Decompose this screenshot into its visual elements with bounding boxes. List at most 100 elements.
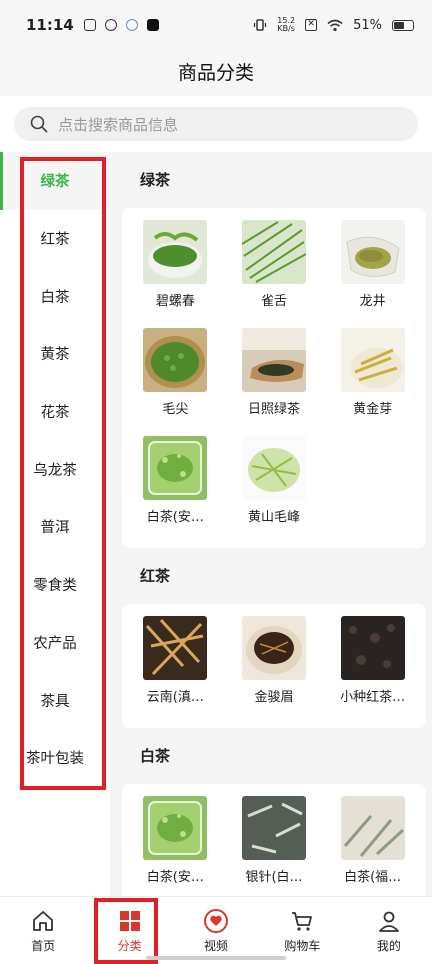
nav-item[interactable]: 分类	[86, 897, 172, 964]
product-name: 白茶(安…	[146, 510, 204, 525]
product-thumbnail	[340, 796, 405, 860]
sidebar-item[interactable]: 茶叶包装	[0, 729, 110, 787]
section-title: 白茶	[140, 747, 171, 765]
product-name: 龙井	[359, 294, 386, 309]
nav-item[interactable]: 我的	[346, 897, 432, 964]
product-thumbnail	[143, 436, 208, 500]
search-input[interactable]: 点击搜索商品信息	[14, 107, 418, 141]
nav-item-label: 视频	[204, 938, 229, 953]
product-card: 白茶(安… 银针(白… 白茶(福…	[122, 784, 426, 896]
notification-icon	[104, 19, 117, 31]
cart-icon	[290, 908, 314, 934]
product-item[interactable]: 白茶(安…	[126, 436, 225, 544]
search-placeholder: 点击搜索商品信息	[58, 115, 179, 134]
sidebar-item[interactable]: 茶具	[0, 671, 110, 729]
notification-icon	[83, 19, 96, 31]
sidebar-item-label: 农产品	[33, 635, 77, 652]
nav-item-label: 分类	[117, 938, 142, 953]
product-item[interactable]: 小种红茶…	[323, 616, 422, 724]
product-name: 金骏眉	[254, 690, 294, 705]
sidebar-item[interactable]: 农产品	[0, 614, 110, 672]
sidebar-item-label: 乌龙茶	[33, 462, 77, 479]
product-thumbnail	[241, 796, 306, 860]
product-name: 小种红茶…	[340, 690, 406, 705]
product-item[interactable]: 碧螺春	[126, 220, 225, 328]
sidebar-item-label: 红茶	[40, 232, 70, 249]
product-name: 毛尖	[162, 402, 189, 417]
product-thumbnail	[241, 616, 306, 680]
nav-item-label: 购物车	[284, 938, 321, 953]
wifi-icon	[327, 19, 343, 31]
tiktok-icon	[146, 19, 159, 31]
product-thumbnail	[340, 220, 405, 284]
search-icon	[30, 115, 48, 133]
product-content: 绿茶碧螺春 雀舌 龙井毛尖 日照绿茶 黄金芽白茶(安… 黄山毛峰红茶云南(滇… 金骏眉 小种红…	[110, 152, 432, 896]
product-thumbnail	[241, 436, 306, 500]
heart-video-icon	[203, 908, 229, 934]
sidebar-item-label: 茶具	[40, 693, 70, 710]
nav-item-label: 首页	[31, 938, 56, 953]
main-area: 绿茶 红茶 白茶 黄茶 花茶 乌龙茶 普洱 零食类 农产品 茶具 茶叶包装 绿茶 碧螺春 雀舌 龙井 毛尖日…	[0, 152, 432, 896]
status-time: 11:14	[26, 16, 74, 34]
product-item[interactable]: 金骏眉	[225, 616, 324, 724]
product-item[interactable]: 黄金芽	[323, 328, 422, 436]
product-item[interactable]: 云南(滇…	[126, 616, 225, 724]
sidebar-item[interactable]: 乌龙茶	[0, 440, 110, 498]
product-name: 白茶(福…	[344, 870, 402, 885]
vibrate-icon	[254, 19, 267, 31]
notification-icons	[83, 19, 159, 31]
sidebar-item[interactable]: 花茶	[0, 383, 110, 441]
sidebar-item-label: 花茶	[40, 405, 70, 422]
product-item[interactable]: 雀舌	[225, 220, 324, 328]
nav-item[interactable]: 购物车	[259, 897, 345, 964]
product-name: 黄金芽	[353, 402, 393, 417]
product-item[interactable]: 银针(白…	[225, 796, 324, 896]
home-icon	[31, 908, 55, 934]
bottom-nav: 首页 分类 视频 购物车 我的	[0, 896, 432, 964]
sidebar-item-label: 黄茶	[40, 347, 70, 364]
sidebar-item[interactable]: 黄茶	[0, 325, 110, 383]
product-thumbnail	[143, 796, 208, 860]
speed-unit: KB/s	[277, 24, 295, 33]
section-title: 红茶	[140, 567, 171, 585]
product-name: 云南(滇…	[146, 690, 204, 705]
product-name: 黄山毛峰	[247, 510, 300, 525]
product-thumbnail	[241, 220, 306, 284]
product-card: 云南(滇… 金骏眉 小种红茶…	[122, 604, 426, 728]
product-name: 碧螺春	[155, 294, 195, 309]
sidebar-item[interactable]: 白茶	[0, 267, 110, 325]
nav-item[interactable]: 首页	[0, 897, 86, 964]
grid-icon	[118, 908, 142, 934]
sidebar-item[interactable]: 零食类	[0, 556, 110, 614]
product-thumbnail	[143, 616, 208, 680]
nav-item[interactable]: 视频	[173, 897, 259, 964]
sidebar-item[interactable]: 绿茶	[0, 152, 110, 210]
product-item[interactable]: 黄山毛峰	[225, 436, 324, 544]
sidebar-item-label: 零食类	[33, 578, 77, 595]
sidebar-item-label: 普洱	[40, 520, 70, 537]
product-item[interactable]: 毛尖	[126, 328, 225, 436]
section-title: 绿茶	[140, 171, 171, 189]
status-bar: 11:14 15.2 KB/s ✕ 51%	[0, 0, 432, 50]
sidebar-item-label: 茶叶包装	[26, 751, 84, 768]
sidebar-item[interactable]: 普洱	[0, 498, 110, 556]
notification-icon	[125, 19, 138, 31]
product-thumbnail	[143, 220, 208, 284]
product-item[interactable]: 白茶(福…	[323, 796, 422, 896]
product-card: 碧螺春 雀舌 龙井毛尖 日照绿茶 黄金芽白茶(安… 黄山毛峰	[122, 208, 426, 548]
battery-icon	[392, 19, 414, 31]
sidebar-item-label: 白茶	[40, 289, 70, 306]
close-box-icon: ✕	[305, 19, 318, 31]
user-icon	[377, 908, 401, 934]
product-thumbnail	[241, 328, 306, 392]
product-item[interactable]: 日照绿茶	[225, 328, 324, 436]
product-name: 日照绿茶	[247, 402, 300, 417]
sidebar-item[interactable]: 红茶	[0, 210, 110, 268]
product-item[interactable]: 龙井	[323, 220, 422, 328]
product-name: 银针(白…	[245, 870, 303, 885]
product-thumbnail	[340, 328, 405, 392]
product-item[interactable]: 白茶(安…	[126, 796, 225, 896]
page-title: 商品分类	[0, 50, 432, 96]
product-thumbnail	[340, 616, 405, 680]
product-thumbnail	[143, 328, 208, 392]
